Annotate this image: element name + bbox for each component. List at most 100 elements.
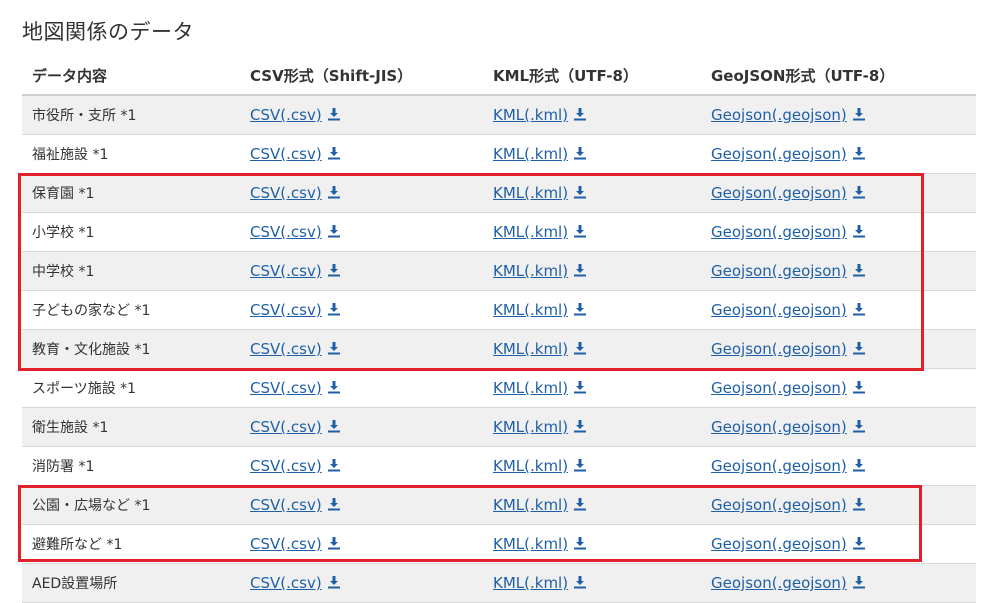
csv-cell: CSV(.csv) <box>240 446 483 486</box>
geojson-download-link[interactable]: Geojson(.geojson) <box>711 340 866 358</box>
row-data-name: 衛生施設 *1 <box>22 407 240 447</box>
kml-download-link[interactable]: KML(.kml) <box>493 301 587 319</box>
download-icon <box>573 302 587 316</box>
kml-download-link[interactable]: KML(.kml) <box>493 457 587 475</box>
table-row: 避難所など *1 CSV(.csv) KML(.kml) Geojson(.geojs… <box>22 524 976 564</box>
geojson-cell: Geojson(.geojson) <box>701 251 976 291</box>
geojson-cell: Geojson(.geojson) <box>701 173 976 213</box>
geojson-link-label: Geojson(.geojson) <box>711 106 847 124</box>
csv-download-link[interactable]: CSV(.csv) <box>250 457 341 475</box>
geojson-download-link[interactable]: Geojson(.geojson) <box>711 184 866 202</box>
csv-link-label: CSV(.csv) <box>250 223 322 241</box>
csv-download-link[interactable]: CSV(.csv) <box>250 535 341 553</box>
table-body: 市役所・支所 *1 CSV(.csv) KML(.kml) Geojson(.geoj… <box>22 95 976 603</box>
geojson-download-link[interactable]: Geojson(.geojson) <box>711 223 866 241</box>
download-icon <box>852 107 866 121</box>
table-row: 子どもの家など *1 CSV(.csv) KML(.kml) Geojson(.geo… <box>22 290 976 330</box>
csv-download-link[interactable]: CSV(.csv) <box>250 262 341 280</box>
kml-download-link[interactable]: KML(.kml) <box>493 340 587 358</box>
kml-download-link[interactable]: KML(.kml) <box>493 145 587 163</box>
geojson-download-link[interactable]: Geojson(.geojson) <box>711 418 866 436</box>
csv-download-link[interactable]: CSV(.csv) <box>250 184 341 202</box>
table-row: 市役所・支所 *1 CSV(.csv) KML(.kml) Geojson(.geoj… <box>22 95 976 135</box>
geojson-download-link[interactable]: Geojson(.geojson) <box>711 301 866 319</box>
row-data-name: 中学校 *1 <box>22 251 240 291</box>
kml-link-label: KML(.kml) <box>493 106 569 124</box>
kml-cell: KML(.kml) <box>483 329 701 369</box>
download-icon <box>327 146 341 160</box>
geojson-download-link[interactable]: Geojson(.geojson) <box>711 262 866 280</box>
kml-cell: KML(.kml) <box>483 251 701 291</box>
csv-cell: CSV(.csv) <box>240 485 483 525</box>
kml-download-link[interactable]: KML(.kml) <box>493 535 587 553</box>
table-row: 衛生施設 *1 CSV(.csv) KML(.kml) Geojson(.geojso… <box>22 407 976 447</box>
csv-download-link[interactable]: CSV(.csv) <box>250 145 341 163</box>
row-data-name: 子どもの家など *1 <box>22 290 240 330</box>
csv-link-label: CSV(.csv) <box>250 379 322 397</box>
csv-download-link[interactable]: CSV(.csv) <box>250 106 341 124</box>
geojson-download-link[interactable]: Geojson(.geojson) <box>711 145 866 163</box>
geojson-cell: Geojson(.geojson) <box>701 446 976 486</box>
geojson-download-link[interactable]: Geojson(.geojson) <box>711 379 866 397</box>
geojson-cell: Geojson(.geojson) <box>701 329 976 369</box>
csv-download-link[interactable]: CSV(.csv) <box>250 340 341 358</box>
kml-cell: KML(.kml) <box>483 95 701 135</box>
download-icon <box>852 575 866 589</box>
csv-download-link[interactable]: CSV(.csv) <box>250 418 341 436</box>
download-icon <box>573 185 587 199</box>
download-icon <box>852 146 866 160</box>
table-header-row: データ内容 CSV形式（Shift-JIS） KML形式（UTF-8） GeoJ… <box>22 56 976 96</box>
download-icon <box>852 380 866 394</box>
csv-download-link[interactable]: CSV(.csv) <box>250 301 341 319</box>
kml-cell: KML(.kml) <box>483 212 701 252</box>
kml-link-label: KML(.kml) <box>493 496 569 514</box>
kml-download-link[interactable]: KML(.kml) <box>493 106 587 124</box>
geojson-download-link[interactable]: Geojson(.geojson) <box>711 106 866 124</box>
download-icon <box>573 575 587 589</box>
download-icon <box>327 497 341 511</box>
csv-download-link[interactable]: CSV(.csv) <box>250 379 341 397</box>
csv-link-label: CSV(.csv) <box>250 262 322 280</box>
row-data-name: 消防署 *1 <box>22 446 240 486</box>
row-data-name: 福祉施設 *1 <box>22 134 240 174</box>
header-kml: KML形式（UTF-8） <box>483 56 701 96</box>
csv-link-label: CSV(.csv) <box>250 457 322 475</box>
csv-link-label: CSV(.csv) <box>250 418 322 436</box>
download-icon <box>573 146 587 160</box>
download-icon <box>852 263 866 277</box>
csv-link-label: CSV(.csv) <box>250 340 322 358</box>
csv-link-label: CSV(.csv) <box>250 106 322 124</box>
download-icon <box>573 536 587 550</box>
geojson-download-link[interactable]: Geojson(.geojson) <box>711 535 866 553</box>
kml-download-link[interactable]: KML(.kml) <box>493 184 587 202</box>
csv-cell: CSV(.csv) <box>240 329 483 369</box>
geojson-link-label: Geojson(.geojson) <box>711 262 847 280</box>
download-icon <box>327 263 341 277</box>
kml-download-link[interactable]: KML(.kml) <box>493 223 587 241</box>
row-data-name: 避難所など *1 <box>22 524 240 564</box>
kml-link-label: KML(.kml) <box>493 418 569 436</box>
csv-download-link[interactable]: CSV(.csv) <box>250 223 341 241</box>
row-data-name: スポーツ施設 *1 <box>22 368 240 408</box>
csv-link-label: CSV(.csv) <box>250 496 322 514</box>
geojson-download-link[interactable]: Geojson(.geojson) <box>711 457 866 475</box>
kml-download-link[interactable]: KML(.kml) <box>493 496 587 514</box>
geojson-cell: Geojson(.geojson) <box>701 95 976 135</box>
csv-download-link[interactable]: CSV(.csv) <box>250 496 341 514</box>
download-icon <box>327 107 341 121</box>
kml-download-link[interactable]: KML(.kml) <box>493 379 587 397</box>
kml-download-link[interactable]: KML(.kml) <box>493 262 587 280</box>
download-icon <box>852 458 866 472</box>
download-icon <box>573 458 587 472</box>
geojson-link-label: Geojson(.geojson) <box>711 145 847 163</box>
geojson-download-link[interactable]: Geojson(.geojson) <box>711 496 866 514</box>
kml-download-link[interactable]: KML(.kml) <box>493 418 587 436</box>
csv-link-label: CSV(.csv) <box>250 301 322 319</box>
table-row: 教育・文化施設 *1 CSV(.csv) KML(.kml) Geojson(.geo… <box>22 329 976 369</box>
geojson-link-label: Geojson(.geojson) <box>711 223 847 241</box>
geojson-cell: Geojson(.geojson) <box>701 407 976 447</box>
csv-link-label: CSV(.csv) <box>250 145 322 163</box>
download-icon <box>573 380 587 394</box>
download-icon <box>852 419 866 433</box>
table-row: 消防署 *1 CSV(.csv) KML(.kml) Geojson(.geojson… <box>22 446 976 486</box>
